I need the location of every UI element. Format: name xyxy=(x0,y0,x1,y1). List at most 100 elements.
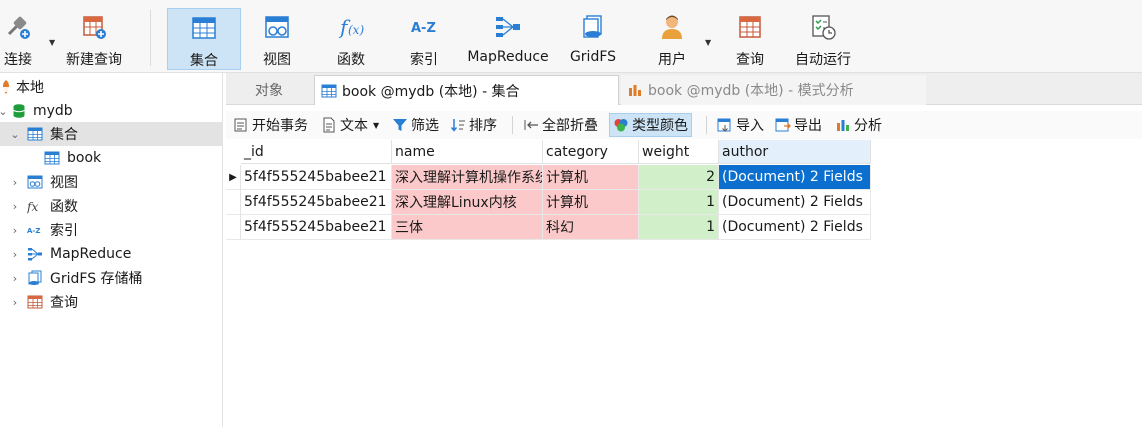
tree-item-functions[interactable]: › fx 函数 xyxy=(0,194,223,218)
query-button[interactable]: 查询 xyxy=(721,8,779,70)
view-icon xyxy=(262,12,292,42)
connect-label: 连接 xyxy=(4,52,32,68)
collapse-all-button[interactable]: 全部折叠 xyxy=(520,113,601,137)
transaction-icon xyxy=(233,117,249,133)
gridfs-button[interactable]: GridFS xyxy=(564,8,622,70)
tree-item-gridfs[interactable]: › GridFS 存储桶 xyxy=(0,266,223,290)
mapreduce-icon xyxy=(493,12,523,42)
automation-label: 自动运行 xyxy=(795,52,851,68)
chevron-right-icon[interactable]: › xyxy=(9,200,21,213)
color-palette-icon xyxy=(613,117,629,133)
gridfs-icon xyxy=(578,12,608,42)
chevron-right-icon[interactable]: › xyxy=(9,272,21,285)
tab-label: book @mydb (本地) - 模式分析 xyxy=(648,83,854,99)
tab-objects[interactable]: 对象 xyxy=(226,75,312,105)
toolbar-separator xyxy=(706,116,707,134)
table-cell-weight[interactable]: 2 xyxy=(639,165,719,190)
table-cell-id[interactable]: 5f4f555245babee21 xyxy=(241,165,392,190)
bar-chart-icon xyxy=(835,117,851,133)
connect-button[interactable]: 连接 xyxy=(0,8,36,70)
column-header-name[interactable]: name xyxy=(392,140,543,164)
column-header-category[interactable]: category xyxy=(543,140,639,164)
column-header-weight[interactable]: weight xyxy=(639,140,719,164)
function-button[interactable]: f (x) 函数 xyxy=(322,8,380,70)
tab-collection-book[interactable]: book @mydb (本地) - 集合 xyxy=(314,75,619,105)
table-cell-weight[interactable]: 1 xyxy=(639,190,719,215)
table-cell-category[interactable]: 科幻 xyxy=(543,215,639,240)
query-label: 查询 xyxy=(736,52,764,68)
function-label: 函数 xyxy=(337,52,365,68)
index-label: 索引 xyxy=(410,52,438,68)
table-cell-name[interactable]: 深入理解Linux内核 xyxy=(392,190,543,215)
tree-item-indexes[interactable]: › A-Z 索引 xyxy=(0,218,223,242)
table-cell-author[interactable]: (Document) 2 Fields xyxy=(719,165,871,190)
tree-item-mapreduce[interactable]: › MapReduce xyxy=(0,242,223,266)
tree-item-collections[interactable]: ⌄ 集合 xyxy=(0,122,223,146)
tab-label: book @mydb (本地) - 集合 xyxy=(342,83,520,100)
connect-dropdown-caret[interactable]: ▼ xyxy=(49,38,55,47)
database-icon xyxy=(11,103,27,119)
table-cell-author[interactable]: (Document) 2 Fields xyxy=(719,190,871,215)
chevron-down-icon[interactable]: ⌄ xyxy=(0,105,9,118)
collection-button[interactable]: 集合 xyxy=(167,8,241,70)
tree-connection-local[interactable]: 本地 xyxy=(0,75,223,99)
tree-item-book[interactable]: book xyxy=(0,146,223,170)
filter-funnel-icon xyxy=(392,117,408,133)
user-dropdown-caret[interactable]: ▼ xyxy=(705,38,711,47)
row-marker xyxy=(226,190,241,215)
begin-transaction-label: 开始事务 xyxy=(252,118,308,134)
analyze-button[interactable]: 分析 xyxy=(832,113,885,137)
table-cell-id[interactable]: 5f4f555245babee21 xyxy=(241,190,392,215)
chevron-right-icon[interactable]: › xyxy=(9,248,21,261)
analyze-label: 分析 xyxy=(854,118,882,134)
table-cell-name[interactable]: 三体 xyxy=(392,215,543,240)
tab-schema-analysis[interactable]: book @mydb (本地) - 模式分析 xyxy=(621,75,926,105)
row-marker xyxy=(226,215,241,240)
collapse-icon xyxy=(523,117,539,133)
collapse-all-label: 全部折叠 xyxy=(542,118,598,134)
row-pointer-icon: ▶ xyxy=(226,165,241,190)
table-cell-weight[interactable]: 1 xyxy=(639,215,719,240)
type-color-button[interactable]: 类型颜色 xyxy=(609,113,692,137)
export-icon xyxy=(775,117,791,133)
collection-icon xyxy=(27,126,43,142)
automation-icon xyxy=(808,12,838,42)
import-icon xyxy=(717,117,733,133)
index-button[interactable]: A-Z 索引 xyxy=(395,8,453,70)
column-header-author[interactable]: author xyxy=(719,140,871,164)
tree-item-label: 查询 xyxy=(50,295,78,311)
filter-button[interactable]: 筛选 xyxy=(389,113,442,137)
tree-item-views[interactable]: › 视图 xyxy=(0,170,223,194)
collection-table-icon xyxy=(189,13,219,43)
automation-button[interactable]: 自动运行 xyxy=(790,8,856,70)
function-icon: fx xyxy=(27,198,43,214)
table-cell-id[interactable]: 5f4f555245babee21 xyxy=(241,215,392,240)
view-button[interactable]: 视图 xyxy=(248,8,306,70)
begin-transaction-button[interactable]: 开始事务 xyxy=(230,113,311,137)
text-view-button[interactable]: 文本 ▼ xyxy=(318,113,382,137)
tree-database-mydb[interactable]: ⌄ mydb xyxy=(0,99,223,123)
table-cell-name[interactable]: 深入理解计算机操作系统 xyxy=(392,165,543,190)
export-label: 导出 xyxy=(794,118,822,134)
plug-connect-icon xyxy=(3,12,33,42)
chevron-down-icon[interactable]: ⌄ xyxy=(9,128,21,141)
column-header-id[interactable]: _id xyxy=(241,140,392,164)
chevron-down-icon[interactable]: ▼ xyxy=(373,121,379,130)
mapreduce-button[interactable]: MapReduce xyxy=(463,8,553,70)
chevron-right-icon[interactable]: › xyxy=(9,176,21,189)
function-icon: f (x) xyxy=(336,12,366,42)
table-cell-category[interactable]: 计算机 xyxy=(543,190,639,215)
sort-button[interactable]: 排序 xyxy=(447,113,500,137)
collection-label: 集合 xyxy=(190,53,218,69)
import-button[interactable]: 导入 xyxy=(714,113,767,137)
new-query-button[interactable]: 新建查询 xyxy=(60,8,128,70)
export-button[interactable]: 导出 xyxy=(772,113,825,137)
chevron-right-icon[interactable]: › xyxy=(9,224,21,237)
chevron-right-icon[interactable]: › xyxy=(9,296,21,309)
user-button[interactable]: 用户 xyxy=(643,8,701,70)
text-document-icon xyxy=(321,117,337,133)
bar-chart-icon xyxy=(627,82,643,98)
table-cell-author[interactable]: (Document) 2 Fields xyxy=(719,215,871,240)
tree-item-queries[interactable]: › 查询 xyxy=(0,290,223,314)
table-cell-category[interactable]: 计算机 xyxy=(543,165,639,190)
